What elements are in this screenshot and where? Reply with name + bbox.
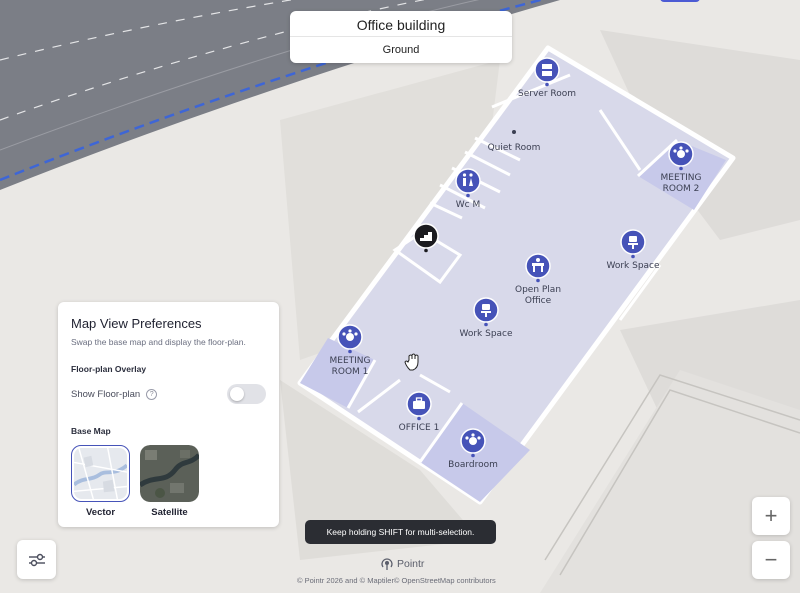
poi-label: Work Space (459, 329, 513, 339)
poi-label: Server Room (518, 89, 576, 99)
poi-label: MEETING (330, 356, 371, 366)
pointr-logo-icon (381, 558, 393, 570)
top-button[interactable] (660, 0, 700, 2)
vector-label: Vector (85, 507, 116, 518)
poi-label: ROOM 1 (332, 367, 369, 377)
base-map-vector-option[interactable]: Vector (71, 445, 130, 518)
building-selector[interactable]: Office building Ground (290, 11, 512, 63)
poi-label: OFFICE 1 (399, 423, 440, 433)
panel-subtitle: Swap the base map and display the floor-… (71, 337, 246, 347)
panel-title: Map View Preferences (71, 316, 202, 331)
floorplan-overlay-heading: Floor-plan Overlay (71, 364, 147, 374)
attribution: © Pointr 2026 and © Maptiler© OpenStreet… (297, 576, 496, 585)
level-selector[interactable]: Ground (290, 37, 512, 56)
brand-name: Pointr (397, 558, 425, 570)
show-floorplan-toggle[interactable] (227, 384, 266, 404)
zoom-out-button[interactable]: − (752, 541, 790, 579)
poi-label: Open Plan (515, 285, 561, 295)
building-name[interactable]: Office building (290, 11, 512, 37)
show-floorplan-label: Show Floor-plan (71, 388, 141, 400)
zoom-in-button[interactable]: + (752, 497, 790, 535)
satellite-thumbnail[interactable] (140, 445, 199, 502)
poi-label: Work Space (606, 261, 660, 271)
poi-label: MEETING (661, 173, 702, 183)
base-map-heading: Base Map (71, 426, 111, 436)
base-map-satellite-option[interactable]: Satellite (140, 445, 199, 518)
map-settings-button[interactable] (17, 540, 56, 579)
poi-label: Boardroom (448, 460, 498, 470)
poi-label: Quiet Room (488, 143, 541, 153)
toast-message: Keep holding SHIFT for multi-selection. (305, 520, 496, 544)
map-view-preferences-panel: Map View Preferences Swap the base map a… (58, 302, 279, 527)
poi-label: ROOM 2 (663, 184, 700, 194)
satellite-label: Satellite (151, 507, 188, 518)
poi-wc-m[interactable]: Wc M (455, 168, 481, 210)
dot-icon (512, 130, 516, 134)
sliders-icon (28, 553, 45, 566)
help-icon[interactable]: ? (146, 388, 158, 400)
brand-logo: Pointr (380, 557, 424, 571)
poi-label: Office (525, 296, 552, 306)
vector-thumbnail[interactable] (71, 445, 130, 502)
poi-label: Wc M (456, 200, 480, 210)
